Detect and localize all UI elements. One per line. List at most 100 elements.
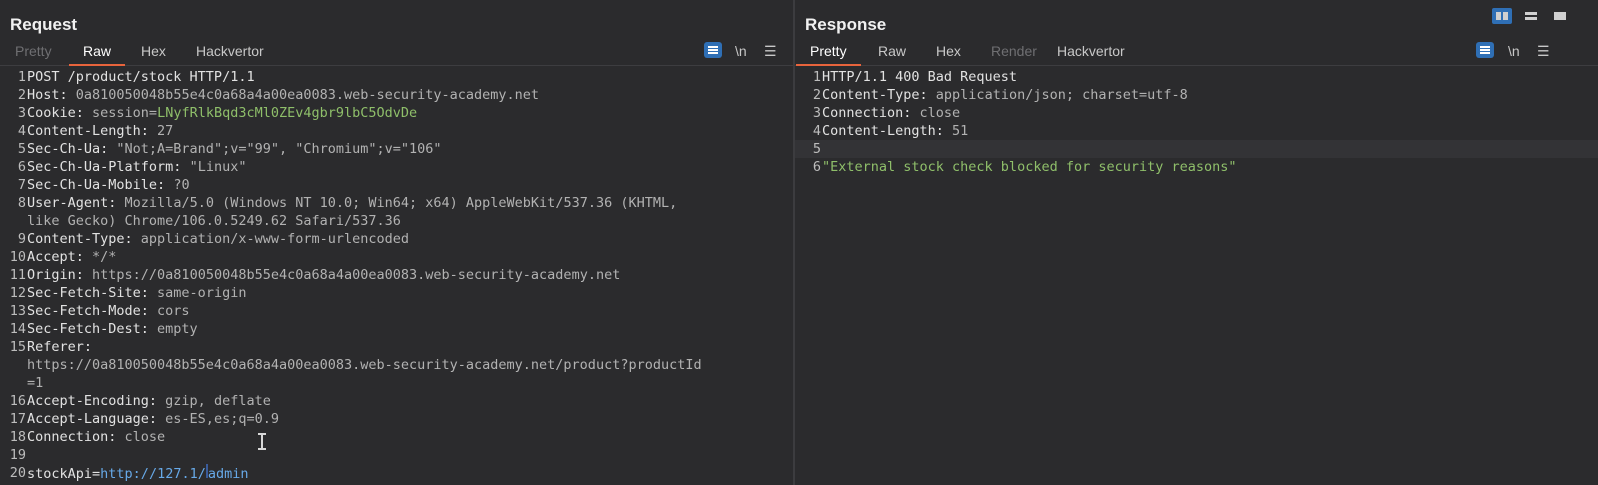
line-number: 1	[17, 69, 26, 85]
line-content: "External stock check blocked for securi…	[822, 158, 1237, 176]
line-number: 4	[812, 123, 821, 139]
tab-render[interactable]: Render	[991, 43, 1037, 63]
tab-hex[interactable]: Hex	[936, 43, 961, 63]
code-line: 4 Content-Length: 27	[0, 122, 793, 140]
header-name: Content-Type:	[27, 231, 141, 247]
code-line: 9 Content-Type: application/x-www-form-ur…	[0, 230, 793, 248]
line-number: 5	[812, 141, 821, 157]
line-number	[0, 374, 27, 392]
header-value: application/x-www-form-urlencoded	[140, 231, 410, 247]
header-name: User-Agent:	[27, 195, 125, 211]
code-line: 3 Cookie: session=LNyfRlkBqd3cMl0ZEv4gbr9…	[0, 104, 793, 122]
param-equals: =	[92, 466, 101, 482]
line-content: Host: 0a810050048b55e4c0a68a4a00ea0083.w…	[27, 86, 539, 104]
line-number: 4	[17, 123, 26, 139]
header-value: "Not;A=Brand";v="99", "Chromium";v="106"	[116, 141, 442, 157]
header-name: Sec-Fetch-Mode:	[27, 303, 158, 319]
line-number: 6	[17, 159, 26, 175]
header-name: Host:	[27, 87, 76, 103]
line-number: 19	[9, 447, 26, 463]
header-name: Content-Length:	[822, 123, 953, 139]
request-tabs: Pretty Raw Hex Hackvertor \n ☰	[0, 40, 793, 66]
header-value: */*	[92, 249, 117, 265]
code-line: 19	[0, 446, 793, 464]
line-number: 10	[9, 249, 26, 265]
line-content: Sec-Ch-Ua-Mobile: ?0	[27, 176, 190, 194]
line-content: Content-Type: application/x-www-form-url…	[27, 230, 409, 248]
tab-hex[interactable]: Hex	[141, 43, 166, 63]
header-value: Mozilla/5.0 (Windows NT 10.0; Win64; x64…	[124, 195, 678, 211]
line-content: https://0a810050048b55e4c0a68a4a00ea0083…	[27, 356, 702, 374]
line-content: User-Agent: Mozilla/5.0 (Windows NT 10.0…	[27, 194, 677, 212]
tab-pretty[interactable]: Pretty	[796, 43, 861, 66]
line-number: 8	[17, 195, 26, 211]
tab-pretty[interactable]: Pretty	[15, 43, 52, 63]
show-newlines-button[interactable]: \n	[1508, 43, 1520, 59]
menu-icon[interactable]: ☰	[764, 43, 777, 60]
line-number: 3	[17, 105, 26, 121]
header-name: Sec-Fetch-Dest:	[27, 321, 158, 337]
layout-side-by-side-icon[interactable]	[1492, 8, 1512, 24]
header-name: Content-Type:	[822, 87, 936, 103]
param-value-tail: admin	[207, 466, 249, 482]
header-name: Referer:	[27, 339, 101, 355]
line-number: 16	[9, 393, 26, 409]
code-line: https://0a810050048b55e4c0a68a4a00ea0083…	[0, 356, 793, 374]
tab-raw[interactable]: Raw	[878, 43, 906, 63]
param-value: http://127.1/	[100, 466, 206, 482]
line-number: 6	[812, 159, 821, 175]
header-name: Content-Length:	[27, 123, 158, 139]
line-content: Origin: https://0a810050048b55e4c0a68a4a…	[27, 266, 620, 284]
line-content: Accept-Language: es-ES,es;q=0.9	[27, 410, 279, 428]
header-name: stockApi	[27, 466, 93, 482]
code-line: 5	[795, 140, 1598, 158]
tab-raw[interactable]: Raw	[68, 43, 126, 66]
request-editor[interactable]: 1 POST /product/stock HTTP/1.1 2 Host: 0a81…	[0, 68, 793, 485]
line-number: 11	[9, 267, 26, 283]
code-line: 15 Referer:	[0, 338, 793, 356]
code-line: 1 POST /product/stock HTTP/1.1	[0, 68, 793, 86]
line-content: Referer:	[27, 338, 100, 356]
tab-hackvertor[interactable]: Hackvertor	[196, 43, 264, 63]
line-number: 18	[9, 429, 26, 445]
menu-icon[interactable]: ☰	[1537, 43, 1550, 60]
string-value: "External stock check blocked for securi…	[822, 159, 1237, 175]
header-name: Origin:	[27, 267, 93, 283]
line-number: 7	[17, 177, 26, 193]
header-name: Cookie:	[27, 105, 93, 121]
line-content: Accept: */*	[27, 248, 116, 266]
header-name: POST /product/stock HTTP/1.1	[27, 69, 255, 85]
code-line: 18 Connection: close	[0, 428, 793, 446]
line-number: 12	[9, 285, 26, 301]
response-title: Response	[805, 15, 887, 34]
line-content: Content-Type: application/json; charset=…	[822, 86, 1188, 104]
line-content: stockApi=http://127.1/admin	[27, 464, 248, 483]
header-value: same-origin	[157, 285, 247, 301]
header-value: like Gecko) Chrome/106.0.5249.62 Safari/…	[27, 213, 401, 229]
line-number: 9	[17, 231, 26, 247]
code-line: 13 Sec-Fetch-Mode: cors	[0, 302, 793, 320]
header-name: Accept-Language:	[27, 411, 166, 427]
header-name: Connection:	[27, 429, 125, 445]
layout-stacked-icon[interactable]	[1521, 8, 1541, 24]
wrap-lines-icon[interactable]	[704, 42, 722, 58]
tab-hackvertor[interactable]: Hackvertor	[1057, 43, 1125, 63]
code-line: 6 "External stock check blocked for secur…	[795, 158, 1598, 176]
line-number	[0, 356, 27, 374]
wrap-lines-icon[interactable]	[1476, 42, 1494, 58]
line-number: 2	[812, 87, 821, 103]
header-name: HTTP/1.1 400 Bad Request	[822, 69, 1018, 85]
line-content: like Gecko) Chrome/106.0.5249.62 Safari/…	[27, 212, 401, 230]
header-name: Accept:	[27, 249, 93, 265]
response-editor[interactable]: 1 HTTP/1.1 400 Bad Request 2 Content-Type: …	[795, 68, 1598, 485]
line-number	[0, 212, 27, 230]
layout-single-icon[interactable]	[1550, 8, 1570, 24]
line-content: Content-Length: 51	[822, 122, 968, 140]
header-value: 51	[952, 123, 969, 139]
line-content: Sec-Ch-Ua-Platform: "Linux"	[27, 158, 246, 176]
header-name: Sec-Ch-Ua:	[27, 141, 117, 157]
string-value: LNyfRlkBqd3cMl0ZEv4gbr9lbC5OdvDe	[157, 105, 418, 121]
code-line: 1 HTTP/1.1 400 Bad Request	[795, 68, 1598, 86]
code-line: 10 Accept: */*	[0, 248, 793, 266]
show-newlines-button[interactable]: \n	[735, 43, 747, 59]
